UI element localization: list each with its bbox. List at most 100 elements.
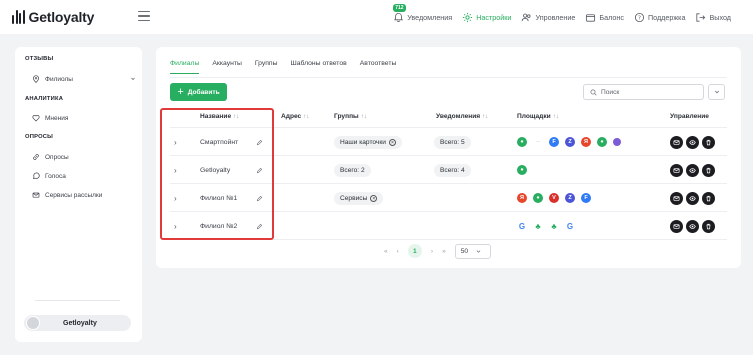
tabs: Филиалы Аккаунты Группы Шаблоны ответов …: [170, 60, 396, 74]
platform-icon[interactable]: [613, 138, 621, 146]
message-icon[interactable]: [670, 135, 683, 149]
nav-logout-label: Выход: [709, 12, 731, 22]
sort-icon: ↑↓: [482, 114, 489, 120]
delete-icon[interactable]: [702, 191, 715, 205]
message-icon[interactable]: [670, 219, 683, 233]
platform-icon[interactable]: V: [549, 193, 559, 203]
delete-icon[interactable]: [702, 219, 715, 233]
delete-icon[interactable]: [702, 163, 715, 177]
nav-management[interactable]: Упровление: [521, 12, 575, 23]
notifications-count[interactable]: Всего: 5: [434, 135, 471, 149]
row-actions: [670, 184, 715, 212]
page-size-select[interactable]: 50: [454, 243, 491, 259]
remove-icon[interactable]: ×: [388, 138, 396, 146]
platform-icon[interactable]: ●: [517, 165, 527, 175]
prev-page-button[interactable]: ‹: [397, 248, 399, 255]
nav-settings-label: Настройки: [476, 12, 512, 22]
app-logo[interactable]: Getloyalty: [12, 9, 94, 25]
add-button[interactable]: + Добавить: [170, 83, 227, 101]
sidebar-item-opinions[interactable]: Мнения: [32, 114, 137, 122]
nav-logout[interactable]: Выход: [695, 12, 731, 23]
sidebar-item-label: Филиолы: [45, 75, 73, 83]
nav-notifications-label: Уведомления: [407, 12, 453, 22]
logo-bars-icon: [12, 10, 25, 24]
tab-auto-replies[interactable]: Автоответы: [360, 60, 397, 74]
last-page-button[interactable]: »: [442, 248, 446, 255]
filter-dropdown[interactable]: [708, 84, 725, 100]
platform-icon[interactable]: F: [549, 137, 559, 147]
column-manage: Управление: [670, 113, 709, 120]
remove-icon[interactable]: ×: [370, 194, 378, 202]
message-icon[interactable]: [670, 191, 683, 205]
tab-groups[interactable]: Группы: [255, 60, 278, 74]
nav-balance[interactable]: Бaлонс: [585, 12, 624, 23]
current-page[interactable]: 1: [407, 244, 422, 258]
message-icon[interactable]: [670, 163, 683, 177]
help-icon: ?: [634, 12, 645, 22]
section-reviews: ОТЗЫВЫ: [25, 56, 54, 62]
view-icon[interactable]: [686, 191, 699, 205]
search-icon: [590, 89, 597, 96]
nav-settings[interactable]: Настройки: [462, 12, 511, 23]
platform-icon[interactable]: Я: [581, 137, 591, 147]
platform-icon[interactable]: G: [517, 221, 527, 231]
platform-icon[interactable]: F: [581, 193, 591, 203]
sidebar-item-branches[interactable]: Филиолы: [32, 75, 137, 83]
platform-icon[interactable]: ♣: [533, 221, 543, 231]
platform-icon[interactable]: ●: [597, 137, 607, 147]
logout-icon: [696, 12, 706, 22]
platforms-list: ● ·· F Z Я ●: [517, 128, 621, 156]
group-tag[interactable]: Наши карточки ×: [334, 135, 402, 149]
page-size-value: 50: [460, 247, 469, 255]
platform-icon[interactable]: ●: [533, 193, 543, 203]
view-icon[interactable]: [686, 135, 699, 149]
group-tag[interactable]: Сервисы ×: [334, 191, 384, 205]
nav-support[interactable]: ? Поддержка: [634, 12, 685, 23]
view-icon[interactable]: [686, 163, 699, 177]
avatar: [26, 316, 40, 330]
platform-icon[interactable]: ●: [517, 137, 527, 147]
column-notifications[interactable]: Уведомления ↑↓: [436, 113, 488, 120]
chevron-down-icon: [131, 77, 135, 80]
first-page-button[interactable]: «: [384, 248, 388, 255]
platform-icon[interactable]: ♣: [549, 221, 559, 231]
platform-icon[interactable]: Я: [517, 193, 527, 203]
logo-text: Getloyalty: [28, 9, 95, 25]
chevron-down-icon: [714, 90, 719, 94]
notifications-count[interactable]: Всего: 4: [434, 163, 471, 177]
column-platforms[interactable]: Площадки ↑↓: [517, 113, 559, 120]
chevron-down-icon: [476, 249, 481, 253]
link-icon: [33, 154, 39, 160]
search-input[interactable]: Поиск: [583, 84, 704, 100]
highlight-frame: [160, 108, 274, 240]
section-surveys: ОПРОСЫ: [25, 134, 54, 140]
view-icon[interactable]: [686, 219, 699, 233]
sidebar-item-mailing-services[interactable]: Сервисы рассылки: [32, 191, 137, 199]
menu-toggle-icon[interactable]: [138, 11, 150, 21]
next-page-button[interactable]: ›: [431, 248, 433, 255]
search-placeholder: Поиск: [601, 88, 620, 96]
tab-reply-templates[interactable]: Шаблоны ответов: [291, 60, 347, 74]
platform-icon[interactable]: Z: [565, 193, 575, 203]
chat-icon: [32, 172, 40, 179]
sidebar-item-surveys[interactable]: Опросы: [32, 153, 137, 161]
tab-accounts[interactable]: Аккаунты: [212, 60, 241, 74]
row-actions: [670, 212, 715, 240]
top-bar: Getloyalty 712 Уведомления Настройки Упр…: [0, 0, 753, 34]
column-groups[interactable]: Группы ↑↓: [334, 113, 367, 120]
user-profile[interactable]: Getloyalty: [24, 315, 131, 331]
sort-icon: ↑↓: [552, 114, 559, 120]
nav-notifications[interactable]: 712 Уведомления: [393, 3, 453, 23]
top-nav: 712 Уведомления Настройки Упровление Бaл…: [393, 0, 731, 34]
sidebar-item-votes[interactable]: Голоса: [32, 172, 137, 180]
platform-icon[interactable]: Z: [565, 137, 575, 147]
tab-branches[interactable]: Филиалы: [170, 60, 200, 74]
bell-icon: [394, 12, 404, 22]
svg-text:?: ?: [638, 15, 641, 21]
delete-icon[interactable]: [702, 135, 715, 149]
platform-icon[interactable]: ··: [533, 137, 543, 147]
column-address[interactable]: Адрес ↑↓: [281, 113, 309, 120]
groups-count[interactable]: Всего: 2: [334, 163, 371, 177]
platform-icon[interactable]: G: [565, 221, 575, 231]
sidebar-item-label: Сервисы рассылки: [45, 191, 103, 199]
